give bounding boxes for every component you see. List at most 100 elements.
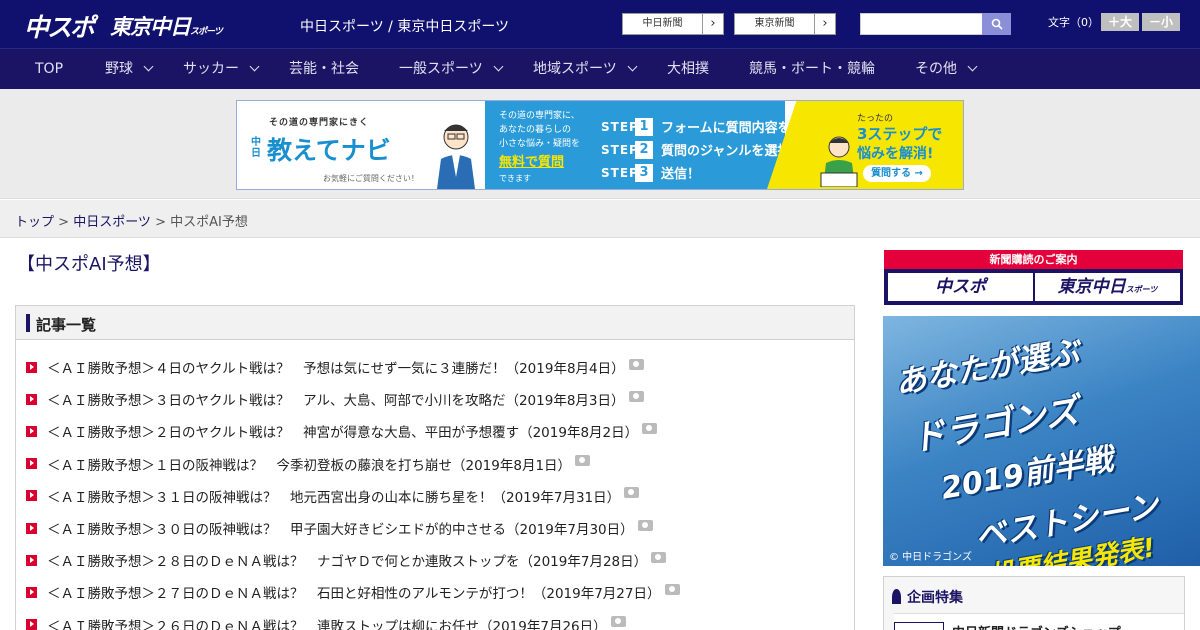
chevron-down-icon xyxy=(493,61,504,72)
article-title[interactable]: ＜ＡＩ勝敗予想＞２７日のＤｅＮＡ戦は？ 石田と好相性のアルモンテが打つ！（201… xyxy=(47,582,661,602)
arrow-bullet-icon xyxy=(26,361,37,373)
paper-link-label: 東京新聞 xyxy=(735,14,815,34)
camera-icon xyxy=(628,390,644,402)
article-list-header: 記事一覧 xyxy=(16,306,854,340)
tokyo-logo-suffix: スポーツ xyxy=(190,27,223,37)
article-title[interactable]: ＜ＡＩ勝敗予想＞２８日のＤｅＮＡ戦は？ ナゴヤＤで何とか連敗ストップを（2019… xyxy=(47,550,647,570)
arrow-bullet-icon xyxy=(26,586,37,598)
arrow-bullet-icon xyxy=(26,522,37,534)
person-illustration-icon xyxy=(437,124,475,189)
list-item[interactable]: ＜ＡＩ勝敗予想＞３１日の阪神戦は？ 地元西宮出身の山本に勝ち星を！（2019年7… xyxy=(16,480,854,512)
list-item[interactable]: ＜ＡＩ勝敗予想＞２７日のＤｅＮＡ戦は？ 石田と好相性のアルモンテが打つ！（201… xyxy=(16,576,854,608)
subscription-heading: 新聞購読のご案内 xyxy=(884,250,1183,269)
arrow-bullet-icon xyxy=(26,554,37,566)
article-list: ＜ＡＩ勝敗予想＞４日のヤクルト戦は？ 予想は気にせず一気に３連勝だ！（2019年… xyxy=(16,340,854,630)
ad-mid-highlight: 無料で質問 xyxy=(499,155,565,170)
breadcrumb: トップ > 中日スポーツ > 中スポAI予想 xyxy=(15,211,248,230)
promo-credit: © 中日ドラゴンズ xyxy=(889,552,972,563)
font-size-up-button[interactable]: ＋大 xyxy=(1101,13,1139,31)
ad-right-big2: 悩みを解消! xyxy=(857,146,934,162)
nav-label: その他 xyxy=(915,61,957,77)
oshiete-navi-ad[interactable]: その道の専門家にきく 中日 教えてナビ お気軽にご質問ください！ その道の専門家… xyxy=(236,100,964,190)
subscribe-tokyo-button[interactable]: 東京中日スポーツ xyxy=(1035,273,1180,301)
chevron-down-icon xyxy=(627,61,638,72)
breadcrumb-sep: > xyxy=(54,215,74,230)
step-number: 3 xyxy=(635,163,653,182)
step-number: 2 xyxy=(635,140,653,159)
camera-icon xyxy=(637,519,653,531)
step-word: STEP xyxy=(601,119,639,134)
chunichi-shimbun-link[interactable]: 中日新聞 › xyxy=(622,13,724,35)
subscribe-chuspo-button[interactable]: 中スポ xyxy=(888,273,1033,301)
step-word: STEP xyxy=(601,142,639,157)
article-title[interactable]: ＜ＡＩ勝敗予想＞２６日のＤｅＮＡ戦は？ 連敗ストップは柳にお任せ（2019年7月… xyxy=(47,615,607,630)
nav-item-other[interactable]: その他 xyxy=(915,49,978,90)
arrow-bullet-icon xyxy=(26,490,37,502)
feature-box: 企画特集 中日新聞ドラゴンズショップ xyxy=(883,576,1185,630)
ad-brand-small: 中日 xyxy=(251,137,261,159)
nav-label: 競馬・ボート・競輪 xyxy=(749,61,875,77)
nav-label: 芸能・社会 xyxy=(289,61,359,77)
list-item[interactable]: ＜ＡＩ勝敗予想＞３日のヤクルト戦は？ アル、大島、阿部で小川を攻略だ（2019年… xyxy=(16,383,854,415)
subscription-box: 新聞購読のご案内 中スポ 東京中日スポーツ xyxy=(884,250,1183,305)
nav-item-sumo[interactable]: 大相撲 xyxy=(667,49,709,90)
font-size-down-button[interactable]: －小 xyxy=(1142,13,1180,31)
article-title[interactable]: ＜ＡＩ勝敗予想＞２日のヤクルト戦は？ 神宮が得意な大島、平田が予想覆す（2019… xyxy=(47,421,638,441)
ad-step: STEP 1 フォームに質問内容を入力 xyxy=(601,115,817,138)
camera-icon xyxy=(624,487,640,499)
article-title[interactable]: ＜ＡＩ勝敗予想＞３日のヤクルト戦は？ アル、大島、阿部で小川を攻略だ（2019年… xyxy=(47,389,625,409)
subscribe-tokyo-suffix: スポーツ xyxy=(1125,285,1158,294)
ribbon-icon xyxy=(892,589,901,604)
breadcrumb-current: 中スポAI予想 xyxy=(170,215,248,230)
ad-mid-line: あなたの暮らしの xyxy=(499,125,572,135)
article-title[interactable]: ＜ＡＩ勝敗予想＞３０日の阪神戦は？ 甲子園大好きビシエドが的中させる（2019年… xyxy=(47,518,634,538)
ad-mid-text: その道の専門家に、 あなたの暮らしの 小さな悩み・疑問を xyxy=(499,109,580,151)
camera-icon xyxy=(575,455,591,467)
article-title[interactable]: ＜ＡＩ勝敗予想＞３１日の阪神戦は？ 地元西宮出身の山本に勝ち星を！（2019年7… xyxy=(47,486,620,506)
tokyo-shimbun-link[interactable]: 東京新聞 › xyxy=(734,13,836,35)
shop-icon xyxy=(894,622,944,630)
step-number: 1 xyxy=(635,117,653,136)
search-button[interactable] xyxy=(982,13,1011,35)
arrow-bullet-icon xyxy=(26,458,37,470)
dragons-best-scene-banner[interactable]: あなたが選ぶ ドラゴンズ 2019前半戦 ベストシーン 投票結果発表! © 中日… xyxy=(883,316,1200,566)
ad-mid-small: できます xyxy=(499,174,531,183)
article-title[interactable]: ＜ＡＩ勝敗予想＞４日のヤクルト戦は？ 予想は気にせず一気に３連勝だ！（2019年… xyxy=(47,357,625,377)
breadcrumb-home[interactable]: トップ xyxy=(15,215,54,230)
list-item[interactable]: ＜ＡＩ勝敗予想＞２６日のＤｅＮＡ戦は？ 連敗ストップは柳にお任せ（2019年7月… xyxy=(16,609,854,630)
search-input[interactable] xyxy=(860,13,983,35)
subscribe-tokyo-label: 東京中日 xyxy=(1057,277,1126,297)
ad-left-panel: その道の専門家にきく 中日 教えてナビ お気軽にご質問ください！ xyxy=(237,101,485,189)
ad-tagline: その道の専門家にきく xyxy=(269,118,370,128)
tokyo-logo-text: 東京中日 xyxy=(110,15,191,39)
tokyo-chunichi-logo[interactable]: 東京中日スポーツ xyxy=(110,11,223,41)
nav-label: サッカー xyxy=(183,61,239,77)
arrow-bullet-icon xyxy=(26,619,37,630)
list-item[interactable]: ＜ＡＩ勝敗予想＞２８日のＤｅＮＡ戦は？ ナゴヤＤで何とか連敗ストップを（2019… xyxy=(16,544,854,576)
list-item[interactable]: ＜ＡＩ勝敗予想＞１日の阪神戦は？ 今季初登板の藤浪を打ち崩せ（2019年8月1日… xyxy=(16,448,854,480)
list-item[interactable]: ＜ＡＩ勝敗予想＞３０日の阪神戦は？ 甲子園大好きビシエドが的中させる（2019年… xyxy=(16,512,854,544)
nav-item-entertainment[interactable]: 芸能・社会 xyxy=(289,49,359,90)
nav-item-racing[interactable]: 競馬・ボート・競輪 xyxy=(749,49,875,90)
article-title[interactable]: ＜ＡＩ勝敗予想＞１日の阪神戦は？ 今季初登板の藤浪を打ち崩せ（2019年8月1日… xyxy=(47,454,571,474)
article-list-box: 記事一覧 ＜ＡＩ勝敗予想＞４日のヤクルト戦は？ 予想は気にせず一気に３連勝だ！（… xyxy=(15,305,855,630)
list-item[interactable]: ＜ＡＩ勝敗予想＞２日のヤクルト戦は？ 神宮が得意な大島、平田が予想覆す（2019… xyxy=(16,415,854,447)
nav-item-top[interactable]: TOP xyxy=(35,49,63,90)
ad-foot-text: お気軽にご質問ください！ xyxy=(323,174,419,183)
heading-bar xyxy=(26,314,30,332)
breadcrumb-section[interactable]: 中日スポーツ xyxy=(73,215,151,230)
nav-item-soccer[interactable]: サッカー xyxy=(183,49,260,90)
chuspo-logo[interactable]: 中スポ xyxy=(24,8,95,44)
banner-area: その道の専門家にきく 中日 教えてナビ お気軽にご質問ください！ その道の専門家… xyxy=(0,89,1200,199)
nav-item-general-sports[interactable]: 一般スポーツ xyxy=(399,49,504,90)
nav-item-baseball[interactable]: 野球 xyxy=(105,49,154,90)
list-item[interactable]: ＜ＡＩ勝敗予想＞４日のヤクルト戦は？ 予想は気にせず一気に３連勝だ！（2019年… xyxy=(16,351,854,383)
camera-icon xyxy=(628,358,644,370)
ad-question-button[interactable]: 質問する → xyxy=(863,165,931,182)
nav-item-regional-sports[interactable]: 地域スポーツ xyxy=(533,49,638,90)
feature-item[interactable]: 中日新聞ドラゴンズショップ xyxy=(894,613,1184,630)
main-nav: TOP 野球 サッカー 芸能・社会 一般スポーツ 地域スポーツ 大相撲 競馬・ボ… xyxy=(0,48,1200,89)
chevron-down-icon xyxy=(143,61,154,72)
paper-link-label: 中日新聞 xyxy=(623,14,703,34)
step-word: STEP xyxy=(601,165,639,180)
